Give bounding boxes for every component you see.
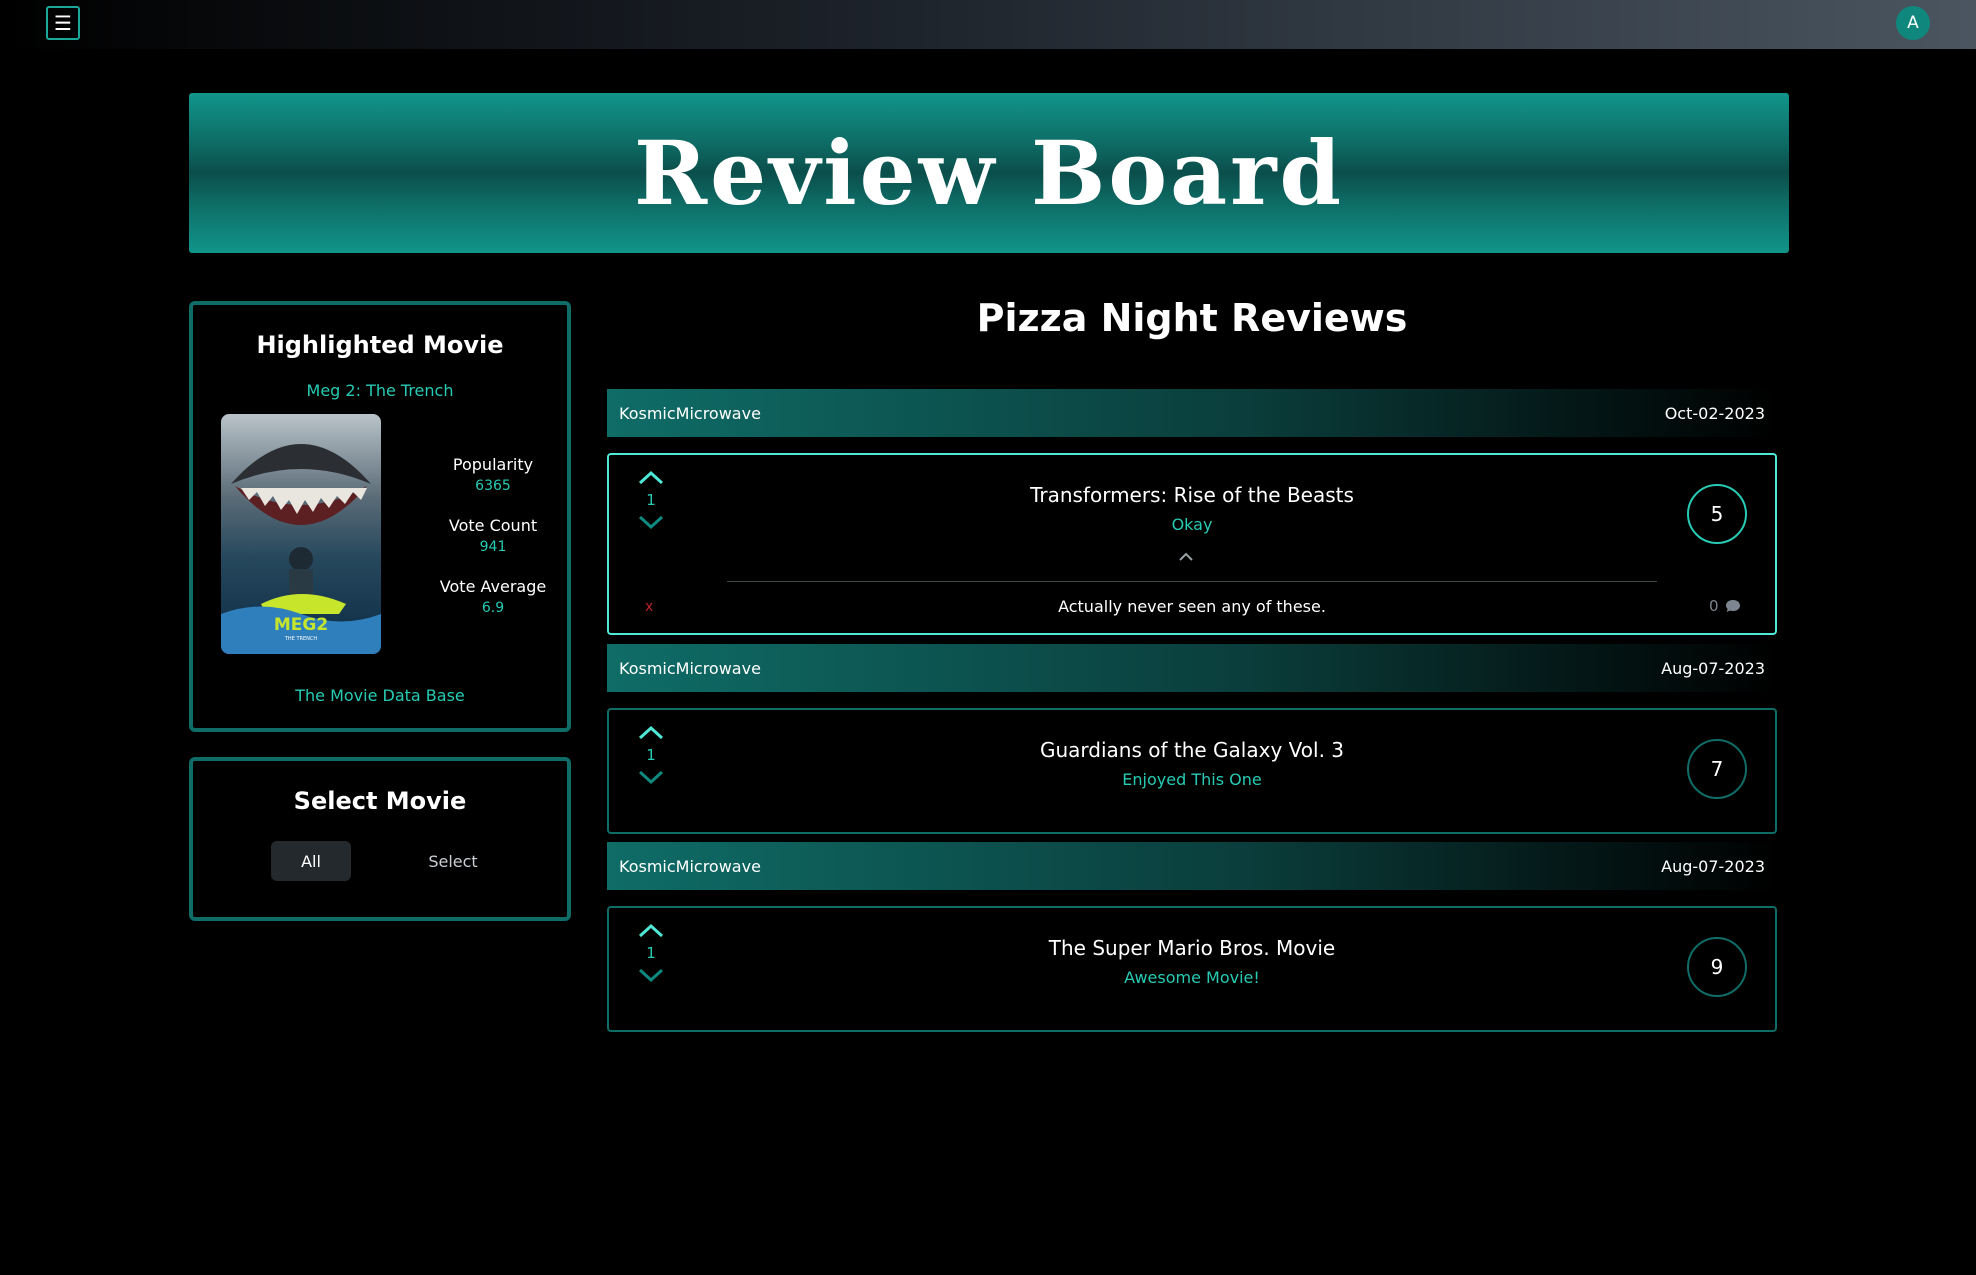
filter-select-button[interactable]: Select [413,841,493,881]
tmdb-link[interactable]: The Movie Data Base [193,686,567,705]
select-movie-panel: Select Movie All Select [189,757,571,921]
review-author-bar: KosmicMicrowave Aug-07-2023 [607,644,1777,692]
review-score: 7 [1687,739,1747,799]
movie-stats: Popularity 6365 Vote Count 941 Vote Aver… [423,455,563,638]
vote-count-label: Vote Count [448,516,538,535]
hamburger-icon: ☰ [54,11,72,35]
collapse-chevron-icon[interactable] [1177,551,1195,563]
highlighted-movie-heading: Highlighted Movie [256,331,504,359]
review-date: Aug-07-2023 [1661,658,1765,678]
review-comment: Actually never seen any of these. [1058,597,1326,616]
review-card[interactable]: 1 Transformers: Rise of the Beasts Okay … [607,453,1777,635]
review-card[interactable]: 1 Guardians of the Galaxy Vol. 3 Enjoyed… [607,708,1777,834]
select-movie-heading: Select Movie [293,787,467,815]
review-date: Aug-07-2023 [1661,856,1765,876]
site-banner: Review Board [189,93,1789,253]
poster-image: MEG2 THE TRENCH [221,414,381,654]
review-date: Oct-02-2023 [1664,403,1765,423]
site-title: Review Board [633,121,1345,225]
comment-bubble-icon [1725,600,1740,612]
highlighted-movie-title[interactable]: Meg 2: The Trench [193,381,567,400]
review-author[interactable]: KosmicMicrowave [619,659,761,678]
review-score: 5 [1687,484,1747,544]
vote-average-label: Vote Average [439,577,547,596]
popularity-value: 6365 [475,478,511,494]
highlighted-movie-panel: Highlighted Movie Meg 2: The Trench MEG2… [189,301,571,732]
hamburger-menu-button[interactable]: ☰ [46,6,80,40]
popularity-label: Popularity [452,455,534,474]
review-movie-title: The Super Mario Bros. Movie [1048,936,1336,960]
review-tagline: Enjoyed This One [1122,770,1262,789]
top-navbar: ☰ A [0,0,1976,49]
review-tagline: Okay [1171,515,1213,534]
user-avatar[interactable]: A [1896,6,1930,40]
review-card[interactable]: 1 The Super Mario Bros. Movie Awesome Mo… [607,906,1777,1032]
movie-poster[interactable]: MEG2 THE TRENCH [221,414,381,654]
review-author-bar: KosmicMicrowave Oct-02-2023 [607,389,1777,437]
review-author[interactable]: KosmicMicrowave [619,404,761,423]
vote-average-value: 6.9 [481,600,505,616]
review-author[interactable]: KosmicMicrowave [619,857,761,876]
vote-count-value: 941 [479,539,507,555]
review-movie-title: Transformers: Rise of the Beasts [1030,483,1354,507]
filter-all-button[interactable]: All [271,841,351,881]
svg-text:MEG2: MEG2 [274,615,328,635]
comment-count-button[interactable]: 0 [1709,597,1741,615]
review-author-bar: KosmicMicrowave Aug-07-2023 [607,842,1777,890]
reviews-heading: Pizza Night Reviews [976,296,1408,340]
svg-text:THE TRENCH: THE TRENCH [284,636,317,642]
comment-divider [727,581,1657,582]
review-movie-title: Guardians of the Galaxy Vol. 3 [1039,738,1345,762]
comment-count: 0 [1709,597,1719,615]
review-score: 9 [1687,937,1747,997]
avatar-letter: A [1907,13,1919,33]
review-tagline: Awesome Movie! [1124,968,1260,987]
